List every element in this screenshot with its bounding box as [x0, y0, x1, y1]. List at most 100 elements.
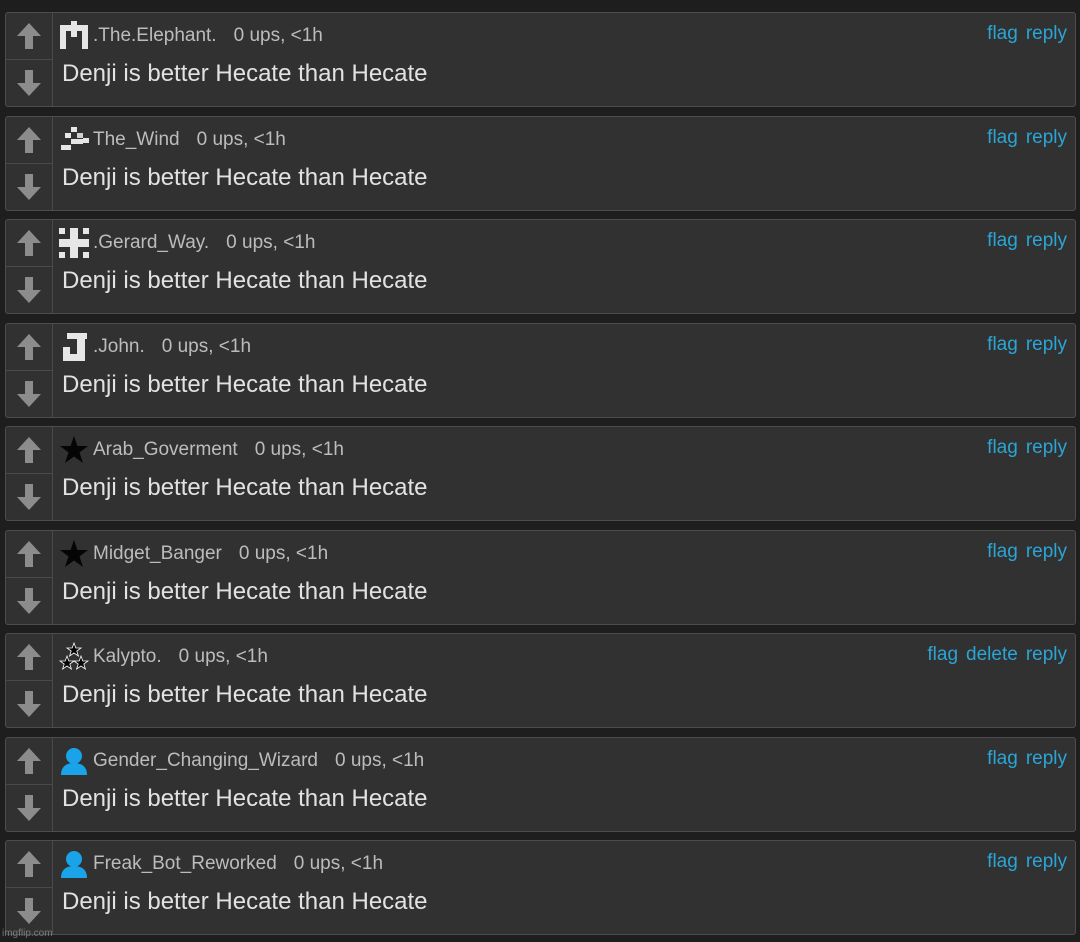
downvote-button[interactable] [6, 887, 52, 934]
username-link[interactable]: Midget_Banger [93, 543, 222, 565]
upvote-button[interactable] [6, 427, 52, 473]
comment-stats: 0 ups, <1h [226, 232, 316, 253]
comment-actions: flag reply [987, 334, 1067, 356]
username-link[interactable]: .The.Elephant. [93, 25, 217, 47]
down-arrow-icon [16, 379, 42, 409]
flag-link[interactable]: flag [927, 644, 958, 666]
flag-link[interactable]: flag [987, 334, 1018, 356]
flag-link[interactable]: flag [987, 437, 1018, 459]
up-arrow-icon [16, 642, 42, 672]
pixel-j-avatar-icon[interactable] [57, 332, 91, 362]
upvote-button[interactable] [6, 531, 52, 577]
up-arrow-icon [16, 125, 42, 155]
comment-text: Denji is better Hecate than Hecate [62, 267, 428, 294]
default-user-avatar-icon[interactable] [57, 746, 91, 776]
flag-link[interactable]: flag [987, 127, 1018, 149]
comment-stats: 0 ups, <1h [233, 25, 323, 46]
flag-link[interactable]: flag [987, 851, 1018, 873]
reply-link[interactable]: reply [1026, 334, 1067, 356]
flag-link[interactable]: flag [987, 230, 1018, 252]
upvote-button[interactable] [6, 738, 52, 784]
comment-meta: .John. 0 ups, <1h [57, 332, 251, 362]
reply-link[interactable]: reply [1026, 644, 1067, 666]
reply-link[interactable]: reply [1026, 127, 1067, 149]
comment-actions: flag reply [987, 541, 1067, 563]
black-star-avatar-icon[interactable] [57, 539, 91, 569]
pixel-m-avatar-icon[interactable] [57, 21, 91, 51]
username-link[interactable]: .John. [93, 336, 145, 358]
comment-body: .John. 0 ups, <1h flag reply Denji is better… [53, 324, 1075, 417]
comment-card: .John. 0 ups, <1h flag reply Denji is better… [5, 323, 1076, 418]
down-arrow-icon [16, 275, 42, 305]
black-star-avatar-icon[interactable] [57, 435, 91, 465]
downvote-button[interactable] [6, 473, 52, 520]
downvote-button[interactable] [6, 577, 52, 624]
downvote-button[interactable] [6, 266, 52, 313]
down-arrow-icon [16, 172, 42, 202]
upvote-button[interactable] [6, 117, 52, 163]
pixel-cross-avatar-icon[interactable] [57, 228, 91, 258]
downvote-button[interactable] [6, 784, 52, 831]
flag-link[interactable]: flag [987, 541, 1018, 563]
vote-column [6, 427, 53, 520]
down-arrow-icon [16, 793, 42, 823]
pixel-wind-avatar-icon[interactable] [57, 125, 91, 155]
downvote-button[interactable] [6, 163, 52, 210]
comment-stats: 0 ups, <1h [178, 646, 268, 667]
comment-body: .The.Elephant. 0 ups, <1h flag reply Denji i… [53, 13, 1075, 106]
reply-link[interactable]: reply [1026, 851, 1067, 873]
upvote-button[interactable] [6, 324, 52, 370]
delete-link[interactable]: delete [966, 644, 1018, 666]
reply-link[interactable]: reply [1026, 541, 1067, 563]
downvote-button[interactable] [6, 59, 52, 106]
downvote-button[interactable] [6, 680, 52, 727]
comment-body: .Gerard_Way. 0 ups, <1h flag reply Denji is … [53, 220, 1075, 313]
comment-meta: The_Wind 0 ups, <1h [57, 125, 286, 155]
comment-text: Denji is better Hecate than Hecate [62, 164, 428, 191]
reply-link[interactable]: reply [1026, 230, 1067, 252]
downvote-button[interactable] [6, 370, 52, 417]
up-arrow-icon [16, 21, 42, 51]
upvote-button[interactable] [6, 13, 52, 59]
comment-card: .Gerard_Way. 0 ups, <1h flag reply Denji is … [5, 219, 1076, 314]
username-link[interactable]: The_Wind [93, 129, 180, 151]
watermark: imgflip.com [2, 928, 53, 939]
default-user-avatar-icon[interactable] [57, 849, 91, 879]
vote-column [6, 634, 53, 727]
flag-link[interactable]: flag [987, 748, 1018, 770]
vote-column [6, 738, 53, 831]
comment-stats: 0 ups, <1h [293, 853, 384, 874]
username-link[interactable]: Freak_Bot_Reworked [93, 853, 277, 875]
comment-meta: Gender_Changing_Wizard 0 ups, <1h [57, 746, 424, 776]
reply-link[interactable]: reply [1026, 23, 1067, 45]
vote-column [6, 531, 53, 624]
up-arrow-icon [16, 332, 42, 362]
comment-body: Midget_Banger 0 ups, <1h flag reply Denji is… [53, 531, 1075, 624]
username-link[interactable]: Arab_Goverment [93, 439, 238, 461]
reply-link[interactable]: reply [1026, 437, 1067, 459]
three-stars-avatar-icon[interactable] [57, 642, 91, 672]
username-link[interactable]: Kalypto. [93, 646, 162, 668]
upvote-button[interactable] [6, 841, 52, 887]
vote-column [6, 841, 53, 934]
comment-actions: flag delete reply [927, 644, 1067, 666]
comment-text: Denji is better Hecate than Hecate [62, 681, 428, 708]
comment-stats: 0 ups, <1h [161, 336, 252, 357]
flag-link[interactable]: flag [987, 23, 1018, 45]
comment-actions: flag reply [987, 23, 1067, 45]
username-link[interactable]: Gender_Changing_Wizard [93, 750, 318, 772]
comment-card: .The.Elephant. 0 ups, <1h flag reply Denji i… [5, 12, 1076, 107]
vote-column [6, 220, 53, 313]
vote-column [6, 117, 53, 210]
reply-link[interactable]: reply [1026, 748, 1067, 770]
comment-text: Denji is better Hecate than Hecate [62, 60, 428, 87]
username-link[interactable]: .Gerard_Way. [93, 232, 209, 254]
comment-actions: flag reply [987, 748, 1067, 770]
up-arrow-icon [16, 849, 42, 879]
down-arrow-icon [16, 482, 42, 512]
upvote-button[interactable] [6, 634, 52, 680]
vote-column [6, 324, 53, 417]
comment-text: Denji is better Hecate than Hecate [62, 371, 428, 398]
down-arrow-icon [16, 586, 42, 616]
upvote-button[interactable] [6, 220, 52, 266]
